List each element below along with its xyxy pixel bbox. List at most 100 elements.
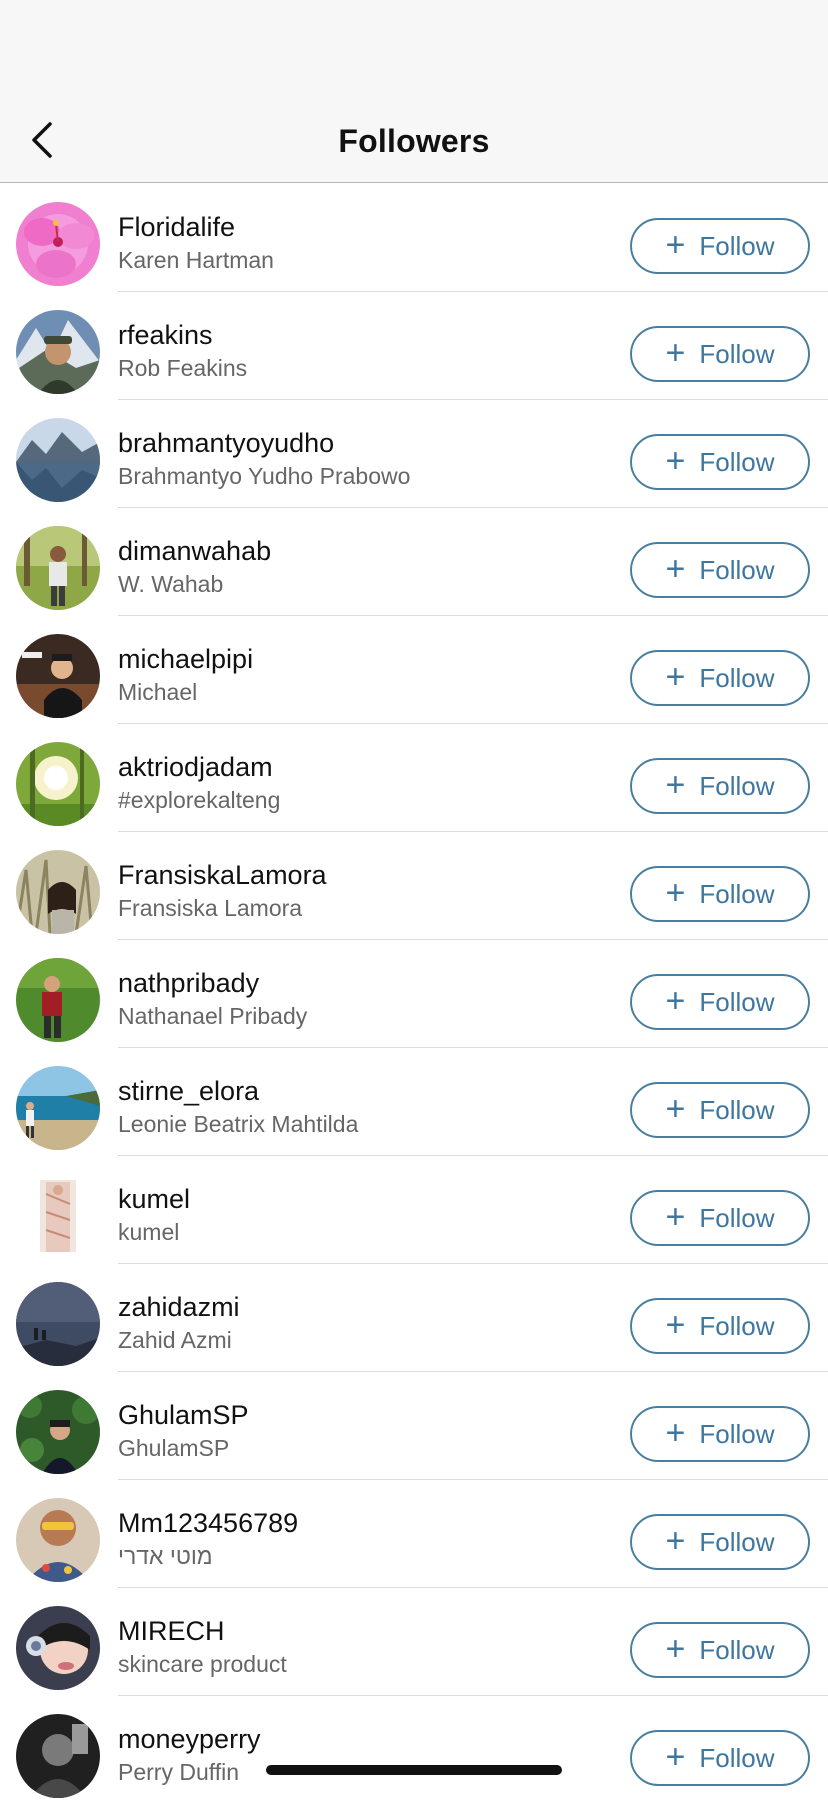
follow-button-label: Follow xyxy=(699,1202,775,1233)
avatar[interactable] xyxy=(16,1066,100,1150)
follower-username[interactable]: nathpribady xyxy=(118,968,259,999)
follower-full-name: W. Wahab xyxy=(118,571,224,597)
follow-button-label: Follow xyxy=(699,770,775,801)
follower-username[interactable]: aktriodjadam xyxy=(118,752,273,783)
plus-icon: + xyxy=(665,1305,686,1344)
follower-row[interactable]: brahmantyoyudho Brahmantyo Yudho Prabowo… xyxy=(0,400,828,508)
follow-button[interactable]: + Follow xyxy=(630,1514,810,1570)
follow-button-label: Follow xyxy=(699,338,775,369)
plus-icon: + xyxy=(665,1197,686,1236)
follower-username[interactable]: GhulamSP xyxy=(118,1400,249,1431)
follower-full-name: skincare product xyxy=(118,1651,287,1677)
follower-full-name: kumel xyxy=(118,1219,180,1245)
follower-username[interactable]: rfeakins xyxy=(118,320,213,351)
follow-button[interactable]: + Follow xyxy=(630,1730,810,1786)
avatar[interactable] xyxy=(16,1390,100,1474)
follower-username[interactable]: brahmantyoyudho xyxy=(118,428,334,459)
follower-full-name: מוטי אדרי xyxy=(118,1543,213,1569)
follower-username[interactable]: MIRECH xyxy=(118,1616,225,1647)
plus-icon: + xyxy=(665,657,686,696)
follow-button-label: Follow xyxy=(699,662,775,693)
follower-row[interactable]: FransiskaLamora Fransiska Lamora + Follo… xyxy=(0,832,828,940)
follower-row[interactable]: Mm123456789 מוטי אדרי + Follow xyxy=(0,1480,828,1588)
follow-button[interactable]: + Follow xyxy=(630,326,810,382)
avatar[interactable] xyxy=(16,526,100,610)
avatar[interactable] xyxy=(16,634,100,718)
avatar[interactable] xyxy=(16,1282,100,1366)
navigation-bar: Followers xyxy=(0,100,828,183)
plus-icon: + xyxy=(665,1629,686,1668)
follow-button[interactable]: + Follow xyxy=(630,434,810,490)
home-indicator[interactable] xyxy=(266,1765,562,1775)
follower-row[interactable]: MIRECH skincare product + Follow xyxy=(0,1588,828,1696)
plus-icon: + xyxy=(665,441,686,480)
avatar[interactable] xyxy=(16,742,100,826)
follower-full-name: Karen Hartman xyxy=(118,247,274,273)
follow-button[interactable]: + Follow xyxy=(630,218,810,274)
follower-full-name: Zahid Azmi xyxy=(118,1327,232,1353)
follower-row[interactable]: rfeakins Rob Feakins + Follow xyxy=(0,292,828,400)
follower-row[interactable]: GhulamSP GhulamSP + Follow xyxy=(0,1372,828,1480)
follower-full-name: Rob Feakins xyxy=(118,355,248,381)
status-bar-area xyxy=(0,0,828,100)
follower-full-name: Leonie Beatrix Mahtilda xyxy=(118,1111,359,1137)
follower-full-name: GhulamSP xyxy=(118,1435,230,1461)
follow-button-label: Follow xyxy=(699,1526,775,1557)
follow-button[interactable]: + Follow xyxy=(630,542,810,598)
follow-button[interactable]: + Follow xyxy=(630,1190,810,1246)
plus-icon: + xyxy=(665,873,686,912)
follower-username[interactable]: zahidazmi xyxy=(118,1292,240,1323)
follow-button-label: Follow xyxy=(699,230,775,261)
avatar[interactable] xyxy=(16,1606,100,1690)
follow-button-label: Follow xyxy=(699,554,775,585)
follower-row[interactable]: moneyperry Perry Duffin + Follow xyxy=(0,1696,828,1804)
follow-button[interactable]: + Follow xyxy=(630,758,810,814)
plus-icon: + xyxy=(665,549,686,588)
follow-button[interactable]: + Follow xyxy=(630,650,810,706)
follower-row[interactable]: Floridalife Karen Hartman + Follow xyxy=(0,184,828,292)
follower-row[interactable]: michaelpipi Michael + Follow xyxy=(0,616,828,724)
follower-row[interactable]: aktriodjadam #explorekalteng + Follow xyxy=(0,724,828,832)
follower-row[interactable]: nathpribady Nathanael Pribady + Follow xyxy=(0,940,828,1048)
avatar[interactable] xyxy=(16,1714,100,1798)
follower-username[interactable]: dimanwahab xyxy=(118,536,271,567)
follow-button[interactable]: + Follow xyxy=(630,974,810,1030)
avatar[interactable] xyxy=(16,850,100,934)
avatar[interactable] xyxy=(16,1498,100,1582)
follow-button-label: Follow xyxy=(699,1310,775,1341)
follower-username[interactable]: moneyperry xyxy=(118,1724,261,1755)
follower-username[interactable]: kumel xyxy=(118,1184,190,1215)
avatar[interactable] xyxy=(16,202,100,286)
follower-username[interactable]: stirne_elora xyxy=(118,1076,259,1107)
plus-icon: + xyxy=(665,1089,686,1128)
follow-button-label: Follow xyxy=(699,1094,775,1125)
follower-row[interactable]: stirne_elora Leonie Beatrix Mahtilda + F… xyxy=(0,1048,828,1156)
page-title: Followers xyxy=(338,123,490,159)
follower-username[interactable]: Mm123456789 xyxy=(118,1508,298,1539)
follow-button[interactable]: + Follow xyxy=(630,1406,810,1462)
plus-icon: + xyxy=(665,225,686,264)
follower-full-name: Michael xyxy=(118,679,198,705)
follower-full-name: #explorekalteng xyxy=(118,787,281,813)
plus-icon: + xyxy=(665,1413,686,1452)
avatar[interactable] xyxy=(16,418,100,502)
follower-full-name: Brahmantyo Yudho Prabowo xyxy=(118,463,411,489)
follower-full-name: Nathanael Pribady xyxy=(118,1003,308,1029)
avatar[interactable] xyxy=(16,1174,100,1258)
follower-username[interactable]: Floridalife xyxy=(118,212,235,243)
follow-button[interactable]: + Follow xyxy=(630,866,810,922)
follow-button[interactable]: + Follow xyxy=(630,1298,810,1354)
follower-username[interactable]: FransiskaLamora xyxy=(118,860,327,891)
follow-button-label: Follow xyxy=(699,446,775,477)
follower-row[interactable]: kumel kumel + Follow xyxy=(0,1156,828,1264)
follow-button[interactable]: + Follow xyxy=(630,1082,810,1138)
follow-button-label: Follow xyxy=(699,1634,775,1665)
follower-username[interactable]: michaelpipi xyxy=(118,644,253,675)
plus-icon: + xyxy=(665,981,686,1020)
avatar[interactable] xyxy=(16,310,100,394)
follow-button[interactable]: + Follow xyxy=(630,1622,810,1678)
avatar[interactable] xyxy=(16,958,100,1042)
follow-button-label: Follow xyxy=(699,1742,775,1773)
follower-row[interactable]: zahidazmi Zahid Azmi + Follow xyxy=(0,1264,828,1372)
follower-row[interactable]: dimanwahab W. Wahab + Follow xyxy=(0,508,828,616)
